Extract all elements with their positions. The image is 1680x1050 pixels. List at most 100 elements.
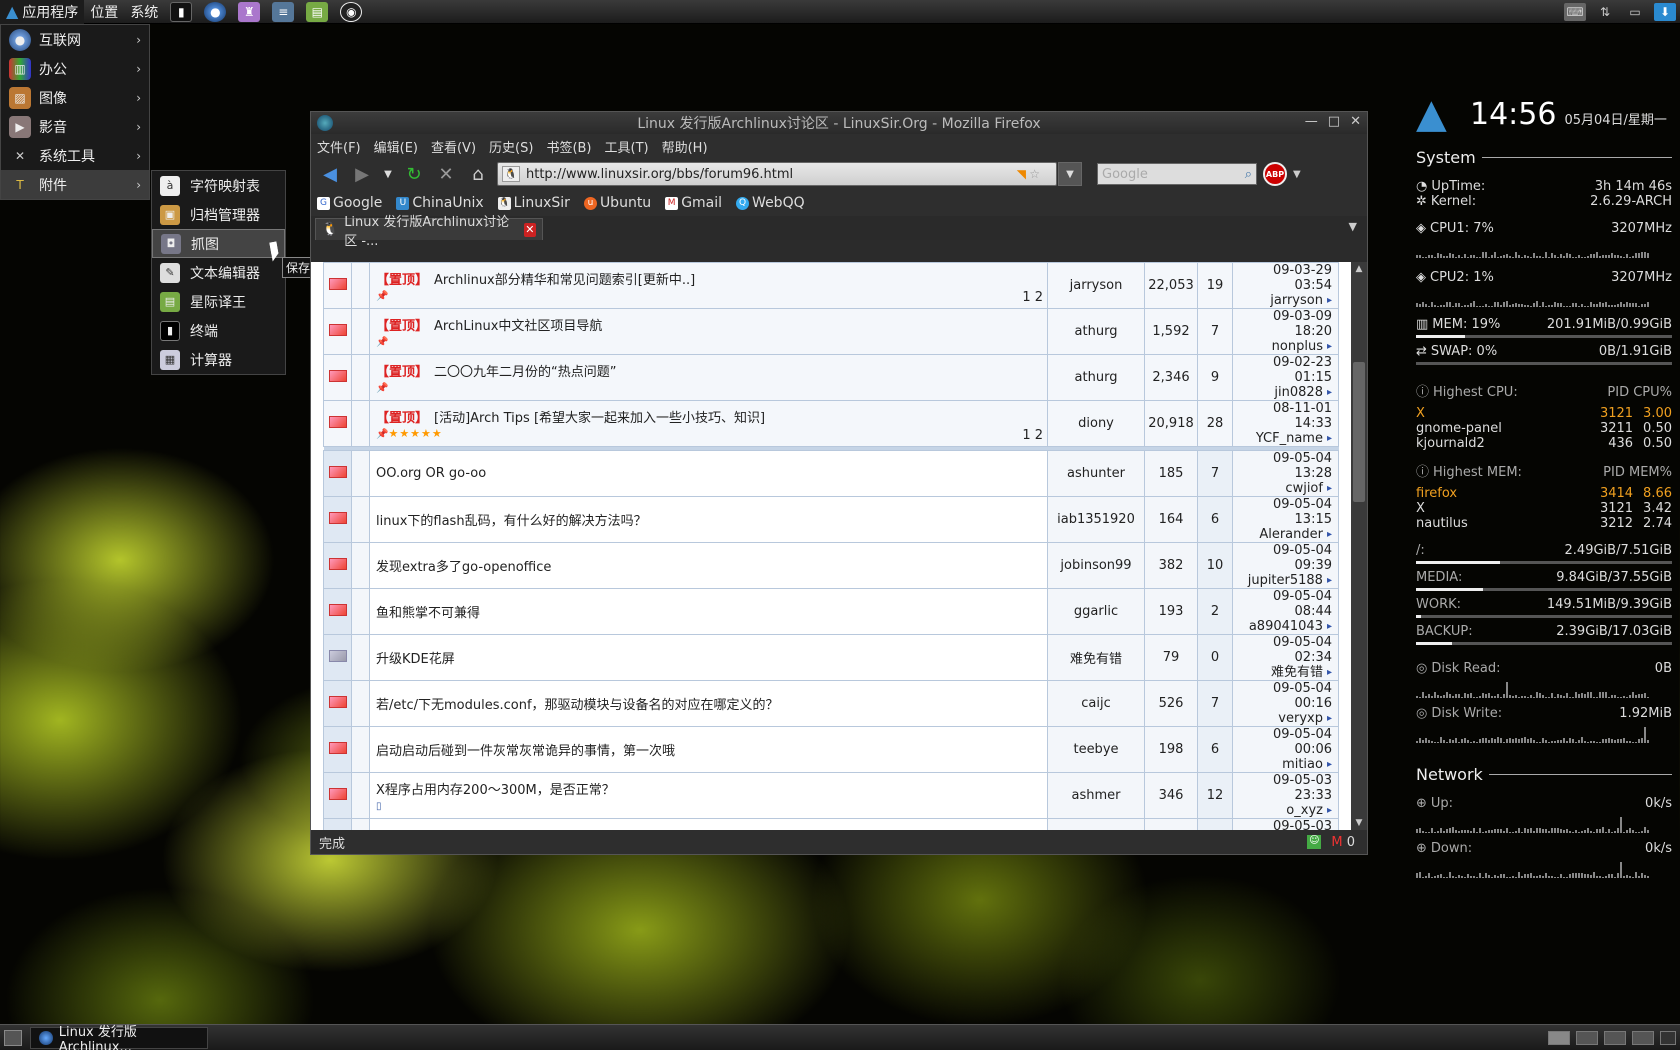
- thread-author[interactable]: iab1351920: [1047, 496, 1145, 543]
- thread-title-link[interactable]: 启动启动后碰到一件灰常灰常诡异的事情，第一次哦: [376, 744, 675, 759]
- update-icon[interactable]: ⬇: [1654, 3, 1676, 21]
- menu-history[interactable]: 历史(S): [489, 137, 533, 156]
- last-post-user[interactable]: jupiter5188: [1248, 573, 1323, 588]
- last-post-user[interactable]: jarryson: [1270, 293, 1323, 308]
- stop-icon[interactable]: ✕: [433, 161, 459, 187]
- bookmark-google[interactable]: G Google: [317, 195, 382, 211]
- thread-author[interactable]: teebye: [1047, 726, 1145, 773]
- firefox-icon[interactable]: ●: [204, 1, 227, 22]
- go-to-last-post-icon[interactable]: ▸: [1327, 619, 1332, 634]
- system-menu[interactable]: 系统: [124, 0, 164, 24]
- menu-edit[interactable]: 编辑(E): [374, 137, 418, 156]
- reload-icon[interactable]: ↻: [401, 161, 427, 187]
- scroll-up-icon[interactable]: ▲: [1353, 264, 1365, 276]
- media-icon[interactable]: ◉: [340, 1, 363, 22]
- dictionary-icon[interactable]: ▤: [306, 1, 329, 22]
- tab-list-icon[interactable]: ▼: [1349, 220, 1357, 233]
- menu-item-accessories[interactable]: T 附件 ›: [1, 170, 149, 199]
- tab-forum[interactable]: 🐧 Linux 发行版Archlinux讨论区 -... ✕: [315, 215, 543, 249]
- thread-title-link[interactable]: Archlinux部分精华和常见问题索引[更新中..]: [434, 273, 695, 288]
- thread-title-link[interactable]: OO.org OR go-oo: [376, 466, 486, 481]
- thread-title-link[interactable]: 升级KDE花屏: [376, 652, 455, 667]
- places-menu[interactable]: 位置: [84, 0, 124, 24]
- submenu-item-terminal[interactable]: ▮ 终端: [152, 316, 285, 345]
- go-to-last-post-icon[interactable]: ▸: [1327, 803, 1332, 818]
- bookmark-star-icon[interactable]: ☆: [1029, 167, 1040, 181]
- adblock-icon[interactable]: ABP: [1263, 162, 1287, 186]
- taskbar-button-firefox[interactable]: Linux 发行版Archlinux...: [30, 1025, 208, 1050]
- thread-title-link[interactable]: [活动]Arch Tips [希望大家一起来加入一些小技巧、知识]: [434, 411, 765, 426]
- terminal-icon[interactable]: ▮: [170, 1, 193, 22]
- workspace-1[interactable]: [1548, 1030, 1570, 1045]
- thread-title-link[interactable]: 发现extra多了go-openoffice: [376, 560, 551, 575]
- url-bar[interactable]: 🐧 http://www.linuxsir.org/bbs/forum96.ht…: [497, 162, 1082, 186]
- last-post-user[interactable]: mitiao: [1282, 757, 1323, 772]
- thread-title-link[interactable]: linux下的flash乱码，有什么好的解决方法吗？: [376, 514, 647, 529]
- forward-icon[interactable]: ▶: [349, 161, 375, 187]
- menu-item-graphics[interactable]: ▨ 图像 ›: [1, 83, 149, 112]
- menu-help[interactable]: 帮助(H): [662, 137, 708, 156]
- minimize-icon[interactable]: —: [1305, 114, 1318, 129]
- last-post-user[interactable]: jin0828: [1274, 385, 1323, 400]
- bookmark-linuxsir[interactable]: 🐧 LinuxSir: [497, 195, 570, 211]
- pidgin-icon[interactable]: ♜: [238, 1, 261, 22]
- thread-author[interactable]: 难免有错: [1047, 634, 1145, 681]
- go-to-last-post-icon[interactable]: ▸: [1327, 339, 1332, 354]
- scroll-down-icon[interactable]: ▼: [1353, 818, 1365, 830]
- bookmark-gmail[interactable]: M Gmail: [665, 195, 722, 211]
- window-titlebar[interactable]: Linux 发行版Archlinux讨论区 - LinuxSir.Org - M…: [311, 112, 1367, 134]
- show-desktop-icon[interactable]: [4, 1029, 22, 1046]
- menu-item-internet[interactable]: ● 互联网 ›: [1, 25, 149, 54]
- bookmark-chinaunix[interactable]: U ChinaUnix: [396, 195, 484, 211]
- go-to-last-post-icon[interactable]: ▸: [1327, 757, 1332, 772]
- thread-author[interactable]: ashmer: [1047, 772, 1145, 819]
- adblock-dropdown-icon[interactable]: ▼: [1293, 169, 1301, 180]
- page-links[interactable]: 1 2: [1022, 428, 1043, 443]
- close-icon[interactable]: ✕: [1350, 114, 1361, 129]
- vertical-scrollbar[interactable]: ▲ ▼: [1351, 262, 1367, 832]
- go-to-last-post-icon[interactable]: ▸: [1327, 527, 1332, 542]
- submenu-item-charmap[interactable]: à 字符映射表: [152, 171, 285, 200]
- keyboard-icon[interactable]: ⌨: [1564, 3, 1586, 21]
- thread-author[interactable]: caijc: [1047, 680, 1145, 727]
- addon-status-icon[interactable]: ☺: [1307, 835, 1322, 849]
- thread-title-link[interactable]: 二〇〇九年二月份的“热点问题”: [434, 365, 616, 380]
- home-icon[interactable]: ⌂: [465, 161, 491, 187]
- url-dropdown-icon[interactable]: ▼: [1058, 162, 1082, 186]
- last-post-user[interactable]: o_xyz: [1286, 803, 1323, 818]
- thread-author[interactable]: ggarlic: [1047, 588, 1145, 635]
- workspace-4[interactable]: [1632, 1030, 1654, 1045]
- trash-icon[interactable]: [1660, 1030, 1676, 1045]
- tab-close-icon[interactable]: ✕: [523, 222, 536, 237]
- back-icon[interactable]: ◀: [317, 161, 343, 187]
- bookmark-webqq[interactable]: Q WebQQ: [736, 195, 805, 211]
- search-input[interactable]: Google ⌕: [1097, 163, 1257, 185]
- submenu-item-calculator[interactable]: ▦ 计算器: [152, 345, 285, 374]
- menu-tools[interactable]: 工具(T): [605, 137, 649, 156]
- thread-author[interactable]: athurg: [1047, 354, 1145, 401]
- submenu-item-archive-manager[interactable]: ▣ 归档管理器: [152, 200, 285, 229]
- submenu-item-text-editor[interactable]: ✎ 文本编辑器: [152, 258, 285, 287]
- bookmark-ubuntu[interactable]: u Ubuntu: [583, 195, 651, 211]
- thread-author[interactable]: jobinson99: [1047, 542, 1145, 589]
- workspace-2[interactable]: [1576, 1030, 1598, 1045]
- rss-icon[interactable]: ◥: [1017, 167, 1026, 181]
- go-to-last-post-icon[interactable]: ▸: [1327, 573, 1332, 588]
- applications-menu[interactable]: ▲ 应用程序: [0, 0, 85, 24]
- thread-author[interactable]: athurg: [1047, 308, 1145, 355]
- menu-item-system-tools[interactable]: ✕ 系统工具 ›: [1, 141, 149, 170]
- scrollbar-thumb[interactable]: [1353, 362, 1365, 502]
- submenu-item-screenshot[interactable]: ◘ 抓图: [152, 229, 285, 258]
- thread-author[interactable]: ashunter: [1047, 450, 1145, 497]
- menu-item-office[interactable]: ▥ 办公 ›: [1, 54, 149, 83]
- last-post-user[interactable]: Alerander: [1259, 527, 1323, 542]
- gmail-notifier[interactable]: M 0: [1331, 835, 1355, 850]
- network-icon[interactable]: ⇅: [1594, 3, 1616, 21]
- menu-item-multimedia[interactable]: ▶ 影音 ›: [1, 112, 149, 141]
- go-to-last-post-icon[interactable]: ▸: [1327, 711, 1332, 726]
- thread-title-link[interactable]: ArchLinux中文社区项目导航: [434, 319, 602, 334]
- menu-view[interactable]: 查看(V): [431, 137, 476, 156]
- menu-file[interactable]: 文件(F): [317, 137, 361, 156]
- go-to-last-post-icon[interactable]: ▸: [1327, 481, 1332, 496]
- last-post-user[interactable]: veryxp: [1278, 711, 1323, 726]
